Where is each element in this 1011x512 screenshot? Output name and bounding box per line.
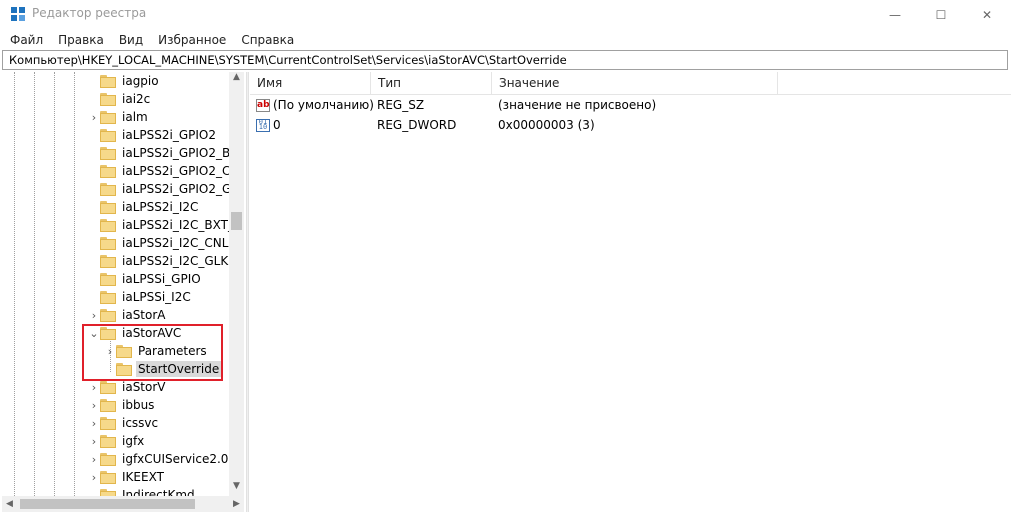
chevron-right-icon[interactable]: ›	[88, 378, 100, 396]
folder-icon	[100, 272, 116, 286]
binary-value-icon: 01 10	[256, 119, 270, 132]
tree-item[interactable]: iaLPSS2i_I2C_CNL	[88, 234, 230, 252]
tree-vertical-scroll-thumb[interactable]	[231, 212, 242, 230]
chevron-right-icon[interactable]: ›	[88, 396, 100, 414]
folder-icon	[100, 254, 116, 268]
chevron-right-icon[interactable]: ›	[104, 342, 116, 360]
folder-icon	[100, 92, 116, 106]
values-list: Имя Тип Значение ab (По умолчанию) REG_SZ…	[250, 72, 1011, 512]
tree-item[interactable]: iaLPSS2i_GPIO2_GLK	[88, 180, 244, 198]
tree-item[interactable]: iaLPSS2i_I2C	[88, 198, 200, 216]
folder-icon	[100, 182, 116, 196]
folder-icon	[100, 200, 116, 214]
folder-icon	[100, 416, 116, 430]
folder-icon	[100, 218, 116, 232]
tree-item-startoverride[interactable]: StartOverride	[104, 360, 222, 378]
tree-item-parameters[interactable]: › Parameters	[104, 342, 209, 360]
pane-splitter[interactable]	[246, 72, 249, 512]
tree-item-iastoravc[interactable]: ⌄ iaStorAVC	[88, 324, 183, 342]
menu-file[interactable]: Файл	[0, 33, 48, 47]
tree-item[interactable]: iagpio	[88, 72, 161, 90]
menu-view[interactable]: Вид	[109, 33, 148, 47]
value-row[interactable]: 01 10 0 REG_DWORD 0x00000003 (3)	[250, 115, 1011, 135]
title-bar: Редактор реестра — ☐ ✕	[0, 0, 1011, 30]
folder-icon	[100, 398, 116, 412]
tree-horizontal-scroll-thumb[interactable]	[20, 499, 195, 509]
scroll-up-icon[interactable]: ▲	[229, 72, 244, 87]
tree-item[interactable]: iaLPSS2i_GPIO2_CNL	[88, 162, 244, 180]
tree-item[interactable]: › icssvc	[88, 414, 160, 432]
tree-vertical-scrollbar[interactable]: ▲ ▼	[229, 72, 244, 496]
maximize-button[interactable]: ☐	[918, 0, 964, 30]
folder-icon	[100, 236, 116, 250]
tree-item[interactable]: › iaStorA	[88, 306, 168, 324]
chevron-right-icon[interactable]: ›	[88, 468, 100, 486]
value-row[interactable]: ab (По умолчанию) REG_SZ (значение не при…	[250, 95, 1011, 115]
minimize-icon: —	[889, 8, 901, 22]
menu-edit[interactable]: Правка	[48, 33, 109, 47]
scroll-right-icon[interactable]: ▶	[229, 496, 244, 512]
folder-icon	[100, 452, 116, 466]
tree-item[interactable]: › ialm	[88, 108, 150, 126]
chevron-right-icon[interactable]: ›	[88, 450, 100, 468]
tree-item[interactable]: iaLPSS2i_GPIO2_BXT_P	[88, 144, 244, 162]
tree-item[interactable]: › IKEEXT	[88, 468, 166, 486]
tree-item[interactable]: › ibbus	[88, 396, 156, 414]
column-header-value[interactable]: Значение	[492, 72, 778, 94]
tree-item[interactable]: iai2c	[88, 90, 152, 108]
tree-item[interactable]: › iaStorV	[88, 378, 168, 396]
string-value-icon: ab	[256, 99, 270, 112]
folder-icon	[100, 74, 116, 88]
close-button[interactable]: ✕	[964, 0, 1010, 30]
chevron-right-icon[interactable]: ›	[88, 414, 100, 432]
tree-item[interactable]: iaLPSS2i_GPIO2	[88, 126, 218, 144]
tree-item[interactable]: iaLPSS2i_I2C_BXT_P	[88, 216, 243, 234]
folder-icon	[100, 110, 116, 124]
folder-icon	[100, 326, 116, 340]
folder-icon	[116, 362, 132, 376]
folder-icon	[100, 164, 116, 178]
menu-favorites[interactable]: Избранное	[148, 33, 231, 47]
folder-icon	[100, 290, 116, 304]
tree-item[interactable]: iaLPSSi_I2C	[88, 288, 193, 306]
folder-icon	[100, 128, 116, 142]
chevron-right-icon[interactable]: ›	[88, 108, 100, 126]
menu-help[interactable]: Справка	[231, 33, 299, 47]
tree-item[interactable]: iaLPSS2i_I2C_GLK	[88, 252, 230, 270]
address-bar[interactable]: Компьютер\HKEY_LOCAL_MACHINE\SYSTEM\Curr…	[2, 50, 1008, 70]
folder-icon	[100, 146, 116, 160]
column-header-name[interactable]: Имя	[250, 72, 371, 94]
column-header-type[interactable]: Тип	[371, 72, 492, 94]
folder-icon	[100, 434, 116, 448]
scroll-down-icon[interactable]: ▼	[229, 481, 244, 496]
minimize-button[interactable]: —	[872, 0, 918, 30]
window-title: Редактор реестра	[32, 6, 147, 20]
key-tree: iagpio iai2c › ialm iaLPSS2i_GPIO2 iaLPSS…	[2, 72, 244, 512]
close-icon: ✕	[981, 8, 993, 22]
folder-icon	[100, 470, 116, 484]
chevron-right-icon[interactable]: ›	[88, 432, 100, 450]
folder-icon	[100, 308, 116, 322]
list-header: Имя Тип Значение	[250, 72, 1011, 95]
scroll-left-icon[interactable]: ◀	[2, 496, 17, 512]
maximize-icon: ☐	[935, 8, 947, 22]
chevron-right-icon[interactable]: ›	[88, 306, 100, 324]
menu-bar: Файл Правка Вид Избранное Справка	[0, 30, 1011, 50]
chevron-down-icon[interactable]: ⌄	[88, 324, 100, 342]
folder-icon	[116, 344, 132, 358]
registry-editor-icon	[11, 7, 25, 21]
tree-item[interactable]: › igfx	[88, 432, 146, 450]
tree-item[interactable]: › igfxCUIService2.0.0.0	[88, 450, 244, 468]
tree-item[interactable]: iaLPSSi_GPIO	[88, 270, 203, 288]
folder-icon	[100, 380, 116, 394]
